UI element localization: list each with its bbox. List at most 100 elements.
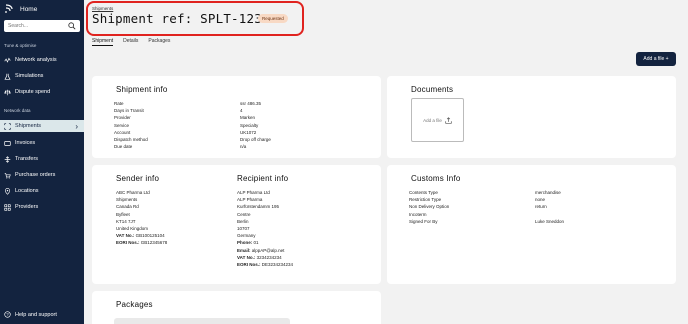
label: Provider [114,115,131,121]
flask-icon [4,73,11,80]
sender-vat: VAT No.: GB100125104 [116,232,167,239]
sidebar-item-dispute-spend[interactable]: Dispute spend [0,86,84,98]
search-icon[interactable] [68,22,76,30]
shipment-info-card: Shipment info Rate Days in Transit Provi… [92,76,381,158]
search-box[interactable] [4,20,80,32]
section-tune: Tune & optimise [4,43,37,48]
sender-line: ABC Pharma Ltd [116,190,150,195]
recipient-line: Germany [237,233,256,239]
label: Contents Type [409,190,438,195]
sidebar-item-shipments[interactable]: Shipments › [0,120,84,132]
help-icon: ? [4,311,11,318]
shipment-info-labels: Rate Days in Transit Provider Service Ac… [114,100,148,150]
add-file-label: Add a file [423,117,442,123]
status-badge: Requested [258,14,288,23]
recipient-info-details: ALP Pharma Ltd ALP Pharma Kurfürstendamm… [237,189,293,268]
sidebar-item-simulations[interactable]: Simulations [0,70,84,82]
package-row[interactable] [114,318,290,324]
eori-label: EORI Nos.: [116,240,140,246]
location-pin-icon [5,187,10,195]
expand-icon [4,122,11,130]
sidebar: Home Tune & optimise Network analysis Si… [0,0,84,324]
sidebar-item-network-analysis[interactable]: Network analysis [0,54,84,66]
add-file-dropzone[interactable]: Add a file [411,98,464,142]
sender-info-heading: Sender info [116,174,160,183]
sidebar-item-invoices[interactable]: Invoices [0,137,84,149]
documents-card: Documents Add a file [387,76,676,158]
label: Dispatch method [114,137,148,143]
sidebar-item-providers[interactable]: Providers [0,201,84,213]
sidebar-item-label: Shipments [15,123,41,129]
value: ssr 486.35 [240,101,262,106]
recipient-vat: VAT No.: 3234234234 [237,254,293,261]
page-title: Shipment ref: SPLT-123456 [92,11,286,26]
value: Drop off charge [240,137,271,143]
label: Due date [114,144,133,150]
help-and-support-link[interactable]: ? Help and support [4,311,57,318]
phone-label: Phone: [237,240,253,246]
recipient-line: 10707 [237,226,250,232]
value: none [535,197,546,203]
section-network: Network data [4,108,31,113]
label: Service [114,122,130,128]
eori-value: GB12345678 [140,240,168,246]
value: Specialty [240,122,259,128]
help-label: Help and support [15,311,57,318]
phone-value: 01 [253,240,259,246]
packages-card: Packages [92,291,381,324]
recipient-phone: Phone: 01 [237,239,293,246]
label: Days in Transit [114,108,144,114]
home-link[interactable]: Home [4,4,37,14]
value: return [535,204,547,210]
sidebar-item-label: Purchase orders [15,172,56,178]
sidebar-item-label: Network analysis [15,57,57,63]
value: merchandise [535,190,561,195]
recipient-line: Berlin [237,218,249,224]
eori-label: EORI Nos.: [237,262,261,268]
vat-value: GB100125104 [135,233,165,239]
documents-heading: Documents [411,85,454,94]
vat-label: VAT No.: [237,254,256,260]
sender-line: United Kingdom [116,226,149,232]
logo-icon [5,4,13,13]
recipient-email: Email: alppAP@alp.net [237,247,293,254]
sidebar-item-locations[interactable]: Locations [0,185,84,197]
value: n/a [240,144,247,150]
sidebar-item-transfers[interactable]: Transfers [0,153,84,165]
email-label: Email: [237,247,251,253]
customs-info-heading: Customs Info [411,174,461,183]
customs-info-card: Customs Info Contents Type Restriction T… [387,165,676,284]
tab-shipment[interactable]: Shipment [92,38,114,46]
shipment-info-heading: Shipment info [116,85,168,94]
customs-info-labels: Contents Type Restriction Type Non Deliv… [409,189,449,225]
cart-icon [4,172,11,178]
sender-line: Byfleet [116,211,130,217]
value: UK1072 [240,129,257,135]
value: Marken [240,115,256,121]
tab-packages[interactable]: Packages [148,38,170,46]
scale-icon [4,89,11,95]
invoice-icon [4,140,11,146]
tab-details[interactable]: Details [123,38,138,46]
network-icon [4,57,11,63]
sender-line: KT14 7JT [116,218,136,224]
home-label: Home [20,5,38,13]
label: Account [114,129,131,135]
value: 4 [240,108,243,114]
label: Signed For By [409,218,438,224]
sender-line: Shipments [116,197,138,203]
recipient-line: ALP Pharma Ltd [237,190,270,195]
tab-bar: Shipment Details Packages [92,38,170,46]
label: Restriction Type [409,197,442,203]
label: Non Delivery Option [409,204,450,210]
sidebar-item-purchase-orders[interactable]: Purchase orders [0,169,84,181]
sidebar-item-label: Invoices [15,140,36,146]
grid-icon [4,203,11,211]
svg-text:?: ? [6,312,9,317]
sender-info-details: ABC Pharma Ltd Shipments Canada Rd Byfle… [116,189,167,247]
add-file-button[interactable]: Add a file + [636,52,676,66]
sidebar-item-label: Providers [15,204,39,210]
recipient-line: ALP Pharma [237,197,263,203]
search-input[interactable] [8,23,68,29]
transfer-icon [4,155,11,163]
